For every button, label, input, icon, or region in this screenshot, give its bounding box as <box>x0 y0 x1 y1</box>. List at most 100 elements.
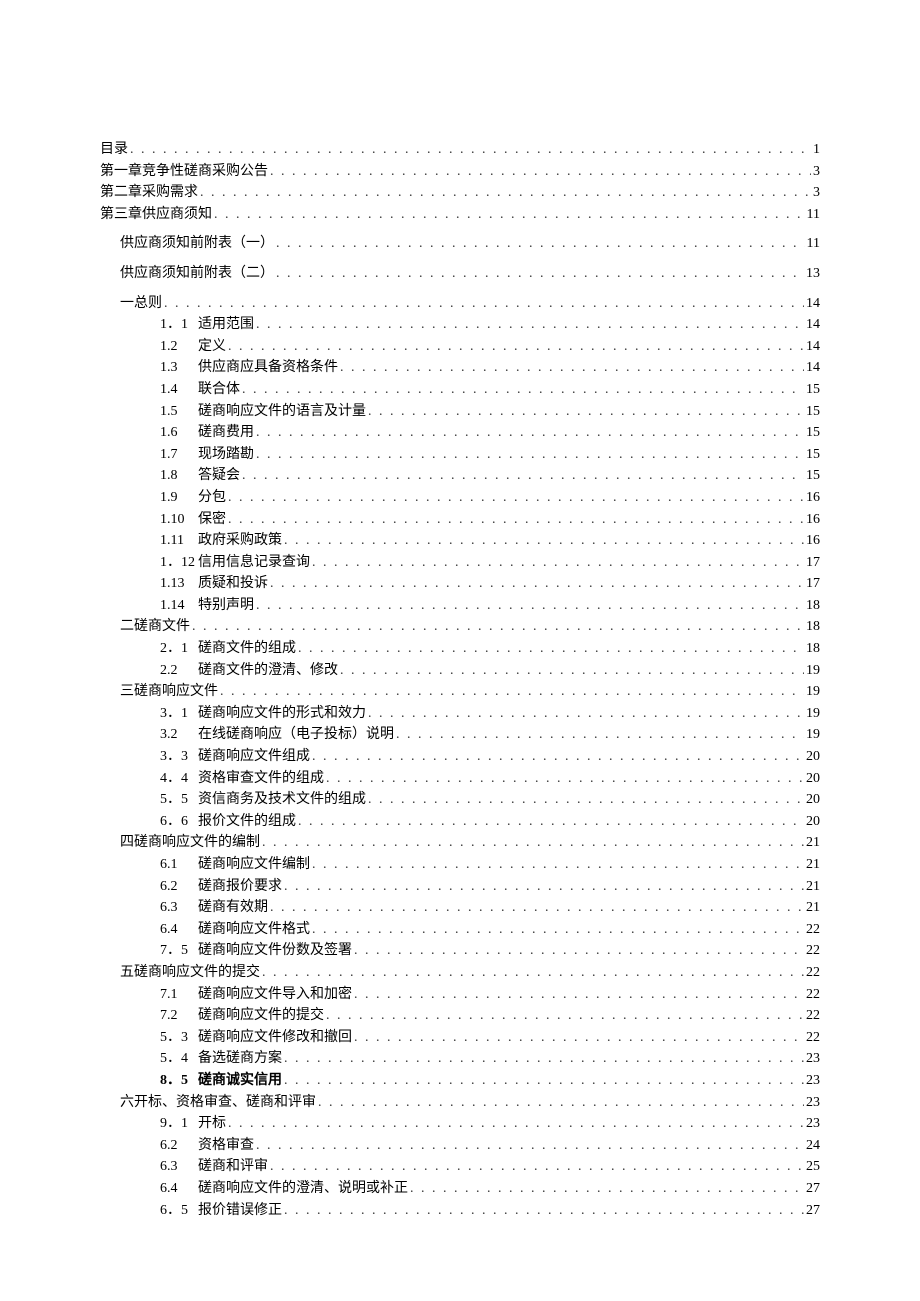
toc-title: 保密 <box>198 512 226 527</box>
toc-entry[interactable]: 8．5磋商诚实信用23 <box>100 1071 820 1091</box>
toc-entry[interactable]: 五磋商响应文件的提交 22 <box>100 963 820 983</box>
toc-leader-dots <box>270 162 811 182</box>
toc-label: 1.6磋商费用 <box>120 423 254 443</box>
toc-title: 磋商响应文件的澄清、说明或补正 <box>198 1181 408 1196</box>
toc-page-number: 1 <box>813 140 820 160</box>
toc-entry[interactable]: 第二章采购需求3 <box>100 183 820 203</box>
toc-label: 五磋商响应文件的提交 <box>120 963 260 983</box>
toc-entry[interactable]: 1.2定义14 <box>100 337 820 357</box>
toc-entry[interactable]: 1.3供应商应具备资格条件14 <box>100 358 820 378</box>
toc-entry[interactable]: 2．1磋商文件的组成18 <box>100 639 820 659</box>
toc-entry[interactable]: 6.3磋商有效期21 <box>100 898 820 918</box>
toc-entry[interactable]: 6.1磋商响应文件编制21 <box>100 855 820 875</box>
toc-leader-dots <box>354 985 804 1005</box>
toc-title: 磋商响应文件的提交 <box>198 1008 324 1023</box>
toc-number: 4．4 <box>120 769 198 789</box>
toc-title: 质疑和投诉 <box>198 576 268 591</box>
toc-entry[interactable]: 1.6磋商费用15 <box>100 423 820 443</box>
toc-page-number: 3 <box>813 162 820 182</box>
toc-entry[interactable]: 1.14特别声明18 <box>100 596 820 616</box>
toc-page-number: 19 <box>806 661 820 681</box>
toc-page-number: 19 <box>806 704 820 724</box>
toc-entry[interactable]: 目录1 <box>100 140 820 160</box>
toc-title: 特别声明 <box>198 598 254 613</box>
toc-entry[interactable]: 3．3磋商响应文件组成20 <box>100 747 820 767</box>
toc-entry[interactable]: 第三章供应商须知11 <box>100 205 820 225</box>
toc-entry[interactable]: 供应商须知前附表（二）13 <box>100 264 820 284</box>
toc-entry[interactable]: 1．1适用范围14 <box>100 315 820 335</box>
toc-entry[interactable]: 1.4联合体15 <box>100 380 820 400</box>
toc-entry[interactable]: 1.9分包16 <box>100 488 820 508</box>
toc-entry[interactable]: 1.13质疑和投诉17 <box>100 574 820 594</box>
toc-entry[interactable]: 6.4磋商响应文件格式22 <box>100 920 820 940</box>
toc-label: 1.13质疑和投诉 <box>120 574 268 594</box>
toc-number: 1.11 <box>120 531 198 551</box>
toc-label: 8．5磋商诚实信用 <box>120 1071 282 1091</box>
toc-leader-dots <box>262 833 804 853</box>
toc-entry[interactable]: 4．4资格审查文件的组成20 <box>100 769 820 789</box>
toc-entry[interactable]: 二磋商文件18 <box>100 617 820 637</box>
toc-entry[interactable]: 1.5磋商响应文件的语言及计量15 <box>100 402 820 422</box>
toc-leader-dots <box>284 1071 804 1091</box>
toc-page-number: 15 <box>806 445 820 465</box>
toc-entry[interactable]: 第一章竞争性磋商采购公告 3 <box>100 162 820 182</box>
toc-leader-dots <box>276 234 805 254</box>
toc-entry[interactable]: 7.2磋商响应文件的提交22 <box>100 1006 820 1026</box>
toc-label: 6.1磋商响应文件编制 <box>120 855 310 875</box>
toc-number: 1.2 <box>120 337 198 357</box>
toc-leader-dots <box>130 140 811 160</box>
toc-leader-dots <box>270 574 804 594</box>
toc-entry[interactable]: 9．1开标23 <box>100 1114 820 1134</box>
toc-entry[interactable]: 7．5磋商响应文件份数及签署22 <box>100 941 820 961</box>
toc-entry[interactable]: 1.7现场踏勘15 <box>100 445 820 465</box>
toc-page-number: 14 <box>806 358 820 378</box>
toc-entry[interactable]: 三磋商响应文件19 <box>100 682 820 702</box>
toc-entry[interactable]: 6．6报价文件的组成20 <box>100 812 820 832</box>
toc-entry[interactable]: 6.2资格审查24 <box>100 1136 820 1156</box>
toc-entry[interactable]: 2.2磋商文件的澄清、修改19 <box>100 661 820 681</box>
toc-entry[interactable]: 6．5报价错误修正27 <box>100 1201 820 1221</box>
toc-title: 政府采购政策 <box>198 533 282 548</box>
toc-leader-dots <box>228 1114 804 1134</box>
toc-label: 1.10保密 <box>120 510 226 530</box>
toc-entry[interactable]: 3．1磋商响应文件的形式和效力19 <box>100 704 820 724</box>
toc-page-number: 19 <box>806 682 820 702</box>
toc-number: 1.9 <box>120 488 198 508</box>
toc-leader-dots <box>368 790 804 810</box>
toc-entry[interactable]: 6.2磋商报价要求21 <box>100 877 820 897</box>
toc-number: 8．5 <box>120 1071 198 1091</box>
toc-entry[interactable]: 5．4备选磋商方案23 <box>100 1049 820 1069</box>
toc-entry[interactable]: 1.10保密16 <box>100 510 820 530</box>
toc-entry[interactable]: 7.1磋商响应文件导入和加密22 <box>100 985 820 1005</box>
toc-entry[interactable]: 供应商须知前附表（一）11 <box>100 234 820 254</box>
toc-entry[interactable]: 5．5资信商务及技术文件的组成20 <box>100 790 820 810</box>
toc-entry[interactable]: 5．3磋商响应文件修改和撤回22 <box>100 1028 820 1048</box>
toc-label: 7.2磋商响应文件的提交 <box>120 1006 324 1026</box>
toc-entry[interactable]: 1.11政府采购政策16 <box>100 531 820 551</box>
toc-entry[interactable]: 一总则14 <box>100 294 820 314</box>
toc-page-number: 22 <box>806 920 820 940</box>
toc-entry[interactable]: 六开标、资格审查、磋商和评审23 <box>100 1093 820 1113</box>
toc-title: 磋商响应文件份数及签署 <box>198 943 352 958</box>
toc-entry[interactable]: 6.3磋商和评审25 <box>100 1157 820 1177</box>
toc-title: 开标 <box>198 1116 226 1131</box>
toc-entry[interactable]: 1．12信用信息记录查询17 <box>100 553 820 573</box>
toc-number: 1.7 <box>120 445 198 465</box>
toc-page-number: 25 <box>806 1157 820 1177</box>
toc-entry[interactable]: 6.4磋商响应文件的澄清、说明或补正27 <box>100 1179 820 1199</box>
toc-entry[interactable]: 1.8答疑会15 <box>100 466 820 486</box>
toc-entry[interactable]: 四磋商响应文件的编制 21 <box>100 833 820 853</box>
toc-label: 6.2磋商报价要求 <box>120 877 282 897</box>
toc-page-number: 21 <box>806 833 820 853</box>
toc-entry[interactable]: 3.2在线磋商响应（电子投标）说明19 <box>100 725 820 745</box>
toc-label: 第一章竞争性磋商采购公告 <box>100 162 268 182</box>
toc-label: 四磋商响应文件的编制 <box>120 833 260 853</box>
toc-label: 六开标、资格审查、磋商和评审 <box>120 1093 316 1113</box>
toc-title: 磋商响应文件格式 <box>198 922 310 937</box>
toc-page-number: 18 <box>806 617 820 637</box>
table-of-contents: 目录1第一章竞争性磋商采购公告 3第二章采购需求3第三章供应商须知11 供应商须知前… <box>100 140 820 1220</box>
toc-number: 1.5 <box>120 402 198 422</box>
toc-page-number: 22 <box>806 963 820 983</box>
toc-number: 2.2 <box>120 661 198 681</box>
toc-label: 6．6报价文件的组成 <box>120 812 296 832</box>
